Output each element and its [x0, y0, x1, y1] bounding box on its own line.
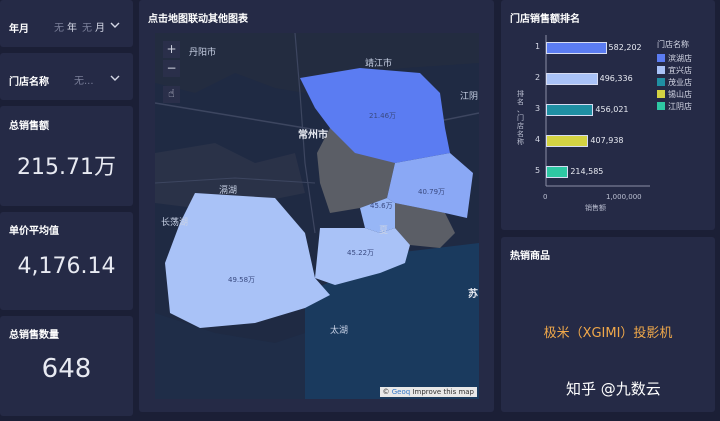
watermark: 知乎 @九数云: [566, 380, 661, 398]
bar-category-label: 1: [535, 42, 541, 51]
legend-swatch: [657, 78, 665, 86]
bar-1[interactable]: [546, 42, 607, 54]
bar-3[interactable]: [546, 104, 594, 116]
legend-label: 茂业店: [668, 78, 692, 87]
legend-label: 宜兴店: [668, 66, 692, 75]
x-axis-label: 销售额: [585, 204, 606, 212]
legend-label: 滨湖店: [668, 54, 692, 63]
hot-products-title: 热销商品: [510, 251, 550, 262]
legend-label: 锡山店: [668, 90, 692, 99]
hot-product-name: 极米（XGIMI）投影机: [543, 326, 673, 341]
bar-category-label: 2: [535, 73, 541, 82]
legend-item[interactable]: 茂业店: [657, 77, 692, 88]
legend-title: 门店名称: [657, 40, 689, 49]
legend-swatch: [657, 54, 665, 62]
x-tick-0: 0: [543, 193, 548, 201]
bar-value-label: 456,021: [595, 105, 629, 114]
bar-category-label: 5: [535, 166, 541, 175]
bar-category-label: 3: [535, 104, 541, 113]
bar-value-label: 496,336: [599, 74, 633, 83]
bar-5[interactable]: [546, 166, 569, 178]
bar-value-label: 214,585: [570, 167, 604, 176]
x-tick-max: 1,000,000: [606, 193, 642, 201]
legend-item[interactable]: 滨湖店: [657, 53, 692, 64]
legend-item[interactable]: 锡山店: [657, 89, 692, 100]
bar-category-label: 4: [535, 135, 541, 144]
bar-value-label: 582,202: [608, 43, 642, 52]
legend-item[interactable]: 宜兴店: [657, 65, 692, 76]
legend-item[interactable]: 江阴店: [657, 101, 692, 112]
legend-swatch: [657, 66, 665, 74]
bar-4[interactable]: [546, 135, 589, 147]
legend-label: 江阴店: [668, 102, 692, 111]
bar-2[interactable]: [546, 73, 598, 85]
legend-swatch: [657, 90, 665, 98]
bar-value-label: 407,938: [590, 136, 624, 145]
legend-swatch: [657, 102, 665, 110]
